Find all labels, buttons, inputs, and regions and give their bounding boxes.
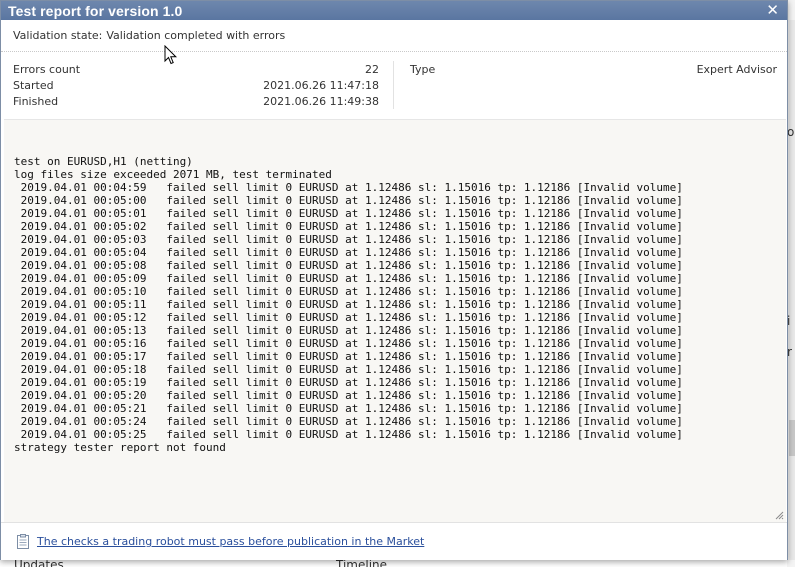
log-line: test on EURUSD,H1 (netting) (14, 155, 193, 168)
log-line: 2019.04.01 00:05:16 failed sell limit 0 … (14, 337, 683, 350)
log-line: 2019.04.01 00:05:20 failed sell limit 0 … (14, 389, 683, 402)
errors-count-value: 22 (365, 62, 379, 76)
started-label: Started (13, 78, 54, 92)
type-label: Type (410, 62, 436, 76)
log-line: 2019.04.01 00:05:04 failed sell limit 0 … (14, 246, 683, 259)
stats-left-column: Errors count 22 Started 2021.06.26 11:47… (1, 61, 394, 109)
background-glyph: o (787, 125, 795, 139)
stat-finished: Finished 2021.06.26 11:49:38 (13, 93, 379, 109)
log-line: 2019.04.01 00:05:09 failed sell limit 0 … (14, 272, 683, 285)
background-scrollbar-thumb[interactable] (789, 420, 795, 456)
finished-value: 2021.06.26 11:49:38 (263, 94, 379, 108)
test-log-textarea[interactable]: test on EURUSD,H1 (netting) log files siz… (4, 119, 786, 522)
log-line: strategy tester report not found (14, 441, 226, 454)
log-line: 2019.04.01 00:05:10 failed sell limit 0 … (14, 285, 683, 298)
log-line: 2019.04.01 00:05:17 failed sell limit 0 … (14, 350, 683, 363)
dialog-titlebar[interactable]: Test report for version 1.0 ✕ (1, 1, 787, 20)
log-line: log files size exceeded 2071 MB, test te… (14, 168, 332, 181)
background-glyph: i (787, 314, 791, 328)
background-scrollbar[interactable] (789, 20, 795, 560)
stat-errors-count: Errors count 22 (13, 61, 379, 77)
stats-panel: Errors count 22 Started 2021.06.26 11:47… (1, 52, 787, 118)
log-line: 2019.04.01 00:05:01 failed sell limit 0 … (14, 207, 683, 220)
stat-type: Type Expert Advisor (394, 61, 787, 77)
mouse-cursor-icon (164, 45, 178, 65)
log-line: 2019.04.01 00:05:03 failed sell limit 0 … (14, 233, 683, 246)
clipboard-icon (17, 534, 29, 549)
started-value: 2021.06.26 11:47:18 (263, 78, 379, 92)
close-icon[interactable]: ✕ (766, 3, 779, 18)
log-line: 2019.04.01 00:05:11 failed sell limit 0 … (14, 298, 683, 311)
validation-state-label: Validation state: (13, 29, 103, 42)
dialog-title: Test report for version 1.0 (8, 2, 183, 19)
log-line: 2019.04.01 00:05:21 failed sell limit 0 … (14, 402, 683, 415)
type-value: Expert Advisor (696, 62, 777, 76)
background-glyph: r (787, 345, 792, 359)
resize-grip-icon[interactable] (775, 511, 784, 520)
errors-count-label: Errors count (13, 62, 81, 76)
validation-state-row: Validation state: Validation completed w… (1, 20, 787, 52)
finished-label: Finished (13, 94, 59, 108)
log-line: 2019.04.01 00:05:02 failed sell limit 0 … (14, 220, 683, 233)
log-line: 2019.04.01 00:05:08 failed sell limit 0 … (14, 259, 683, 272)
log-line: 2019.04.01 00:05:24 failed sell limit 0 … (14, 415, 683, 428)
validation-state-value: Validation completed with errors (106, 29, 286, 42)
log-line: 2019.04.01 00:05:18 failed sell limit 0 … (14, 363, 683, 376)
stat-started: Started 2021.06.26 11:47:18 (13, 77, 379, 93)
log-line: 2019.04.01 00:05:13 failed sell limit 0 … (14, 324, 683, 337)
log-line: 2019.04.01 00:05:25 failed sell limit 0 … (14, 428, 683, 441)
log-line: 2019.04.01 00:05:12 failed sell limit 0 … (14, 311, 683, 324)
dialog-footer: The checks a trading robot must pass bef… (1, 522, 787, 560)
test-report-dialog: Test report for version 1.0 ✕ Validation… (0, 0, 788, 560)
log-line: 2019.04.01 00:04:59 failed sell limit 0 … (14, 181, 683, 194)
market-checks-link[interactable]: The checks a trading robot must pass bef… (37, 535, 424, 548)
log-line: 2019.04.01 00:05:19 failed sell limit 0 … (14, 376, 683, 389)
log-line: 2019.04.01 00:05:00 failed sell limit 0 … (14, 194, 683, 207)
